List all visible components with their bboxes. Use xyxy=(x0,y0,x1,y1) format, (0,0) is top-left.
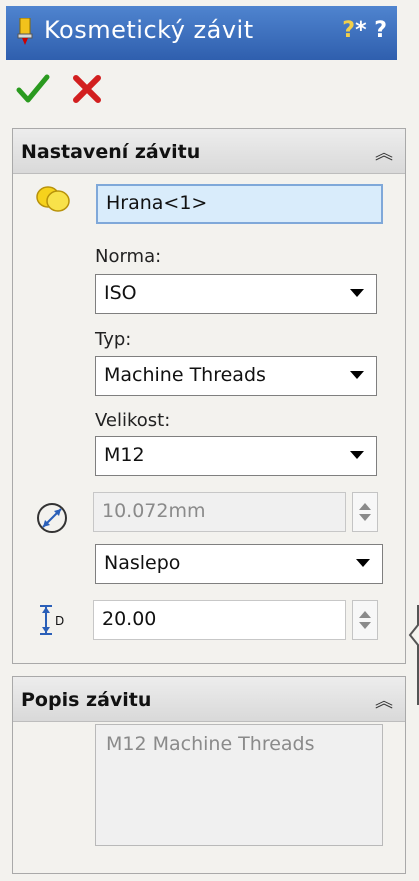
norma-select[interactable]: ISO xyxy=(95,274,377,314)
panel-splitter-handle[interactable] xyxy=(408,605,419,705)
panel-title: Kosmetický závit xyxy=(44,16,254,44)
dropdown-arrow-icon xyxy=(356,559,370,567)
depth-spinner[interactable] xyxy=(352,600,378,640)
property-manager-titlebar: Kosmetický závit ?* ? xyxy=(6,6,397,60)
thread-settings-title: Nastavení závitu xyxy=(21,141,201,163)
velikost-value: M12 xyxy=(104,444,145,466)
checkmark-icon[interactable] xyxy=(16,72,50,106)
dropdown-arrow-icon xyxy=(350,289,364,297)
depth-icon: D xyxy=(38,604,72,636)
spin-down-icon xyxy=(359,622,371,629)
norma-label: Norma: xyxy=(95,246,162,267)
dropdown-arrow-icon xyxy=(350,451,364,459)
thread-description-text: M12 Machine Threads xyxy=(106,733,315,755)
dropdown-arrow-icon xyxy=(350,371,364,379)
collapse-chevron-icon[interactable]: ︽ xyxy=(375,139,393,165)
end-condition-value: Naslepo xyxy=(104,552,181,574)
typ-select[interactable]: Machine Threads xyxy=(95,356,377,396)
cosmetic-thread-icon xyxy=(17,18,33,45)
spin-down-icon xyxy=(359,514,371,521)
depth-value: 20.00 xyxy=(102,608,157,630)
end-condition-select[interactable]: Naslepo xyxy=(95,544,383,584)
diameter-field[interactable]: 10.072mm xyxy=(93,492,346,532)
thread-description-header[interactable]: Popis závitu ︽ xyxy=(13,677,405,722)
depth-field[interactable]: 20.00 xyxy=(93,600,346,640)
edge-selection-icon xyxy=(36,186,70,212)
diameter-icon xyxy=(37,503,67,533)
help-tip-icon[interactable]: ?* ? xyxy=(342,18,387,43)
diameter-value: 10.072mm xyxy=(102,500,206,522)
depth-dimension-icon xyxy=(40,605,52,635)
typ-value: Machine Threads xyxy=(104,364,266,386)
velikost-label: Velikost: xyxy=(95,410,171,431)
norma-value: ISO xyxy=(104,282,137,304)
edge-selection-value: Hrana<1> xyxy=(106,192,208,214)
collapse-chevron-icon[interactable]: ︽ xyxy=(375,687,393,713)
typ-label: Typ: xyxy=(95,329,132,350)
close-icon[interactable] xyxy=(70,72,104,106)
depth-icon-label: D xyxy=(55,614,65,628)
spin-up-icon xyxy=(359,611,371,618)
spin-up-icon xyxy=(359,503,371,510)
velikost-select[interactable]: M12 xyxy=(95,436,377,476)
thread-description-field[interactable]: M12 Machine Threads xyxy=(95,724,383,846)
edge-selection-field[interactable]: Hrana<1> xyxy=(96,184,383,224)
thread-description-title: Popis závitu xyxy=(21,689,152,711)
diameter-spinner[interactable] xyxy=(352,492,378,532)
thread-settings-header[interactable]: Nastavení závitu ︽ xyxy=(13,129,405,174)
